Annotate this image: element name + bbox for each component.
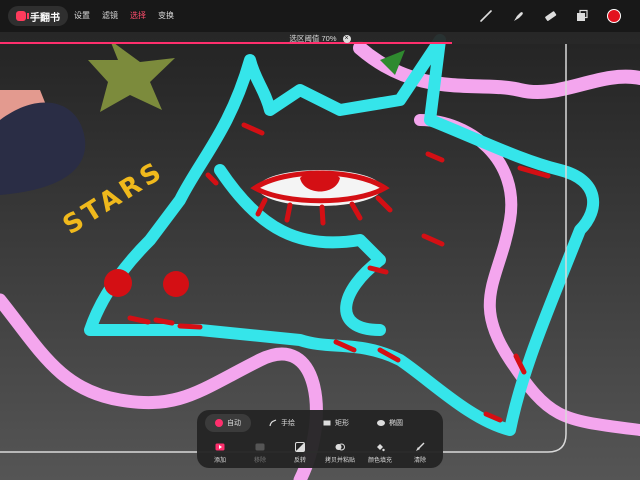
threshold-value: 70% [321,34,337,43]
threshold-label: 选区阈值 [289,34,320,43]
mode-auto-label: 自动 [227,420,241,427]
brush-tool-button[interactable] [476,6,496,26]
eraser-tool-button[interactable] [540,6,560,26]
rectangle-icon [323,420,331,426]
top-toolbar: 手翻书 设置 滤镜 选择 变换 [0,0,640,32]
mode-freehand[interactable]: 手绘 [259,414,305,432]
remove-selection-icon [255,443,265,451]
menu-select[interactable]: 选择 [130,10,146,21]
selection-modes: 自动 手绘 矩形 椭圆 [205,414,413,432]
clear-icon [416,442,425,451]
copy-paste-label: 拷贝并粘贴 [324,458,355,464]
red-dot-icon [215,419,223,427]
fill-icon [377,444,385,452]
threshold-readout: 选区阈值 70% × [0,33,640,44]
gallery-button[interactable]: 手翻书 [8,6,68,26]
smudge-tool-button[interactable] [508,6,528,26]
close-icon[interactable]: × [342,35,351,44]
menu-settings[interactable]: 设置 [74,10,90,21]
layers-icon [577,9,588,21]
add-label: 添加 [213,458,226,464]
current-color-swatch [607,9,621,23]
add-selection-icon [215,443,225,451]
red-nostril-right [163,271,189,297]
mode-ellipse[interactable]: 椭圆 [367,414,413,432]
color-fill-label: 颜色填充 [367,458,392,464]
top-menu: 设置 滤镜 选择 变换 [74,10,174,21]
freehand-icon [269,419,277,427]
copy-paste-button[interactable]: 拷贝并粘贴 [323,442,357,464]
eraser-icon [545,11,557,21]
color-picker-button[interactable] [604,6,624,26]
selection-panel: 自动 手绘 矩形 椭圆 添加 移除 反转 拷贝并粘贴 颜色填充 清除 [197,410,443,468]
app-logo-icon [16,11,29,21]
smudge-icon [514,12,523,21]
color-fill-button[interactable]: 颜色填充 [363,442,397,464]
app-name: 手翻书 [30,12,60,24]
invert-label: 反转 [293,458,306,464]
invert-icon [295,442,305,452]
selection-actions: 添加 移除 反转 拷贝并粘贴 颜色填充 清除 [203,442,437,464]
mode-freehand-label: 手绘 [281,420,295,427]
invert-button[interactable]: 反转 [283,442,317,464]
mode-auto[interactable]: 自动 [205,414,251,432]
remove-label: 移除 [253,458,266,464]
mode-rectangle-label: 矩形 [335,420,349,427]
menu-transform[interactable]: 变换 [158,10,174,21]
mode-ellipse-label: 椭圆 [389,420,403,427]
add-button[interactable]: 添加 [203,442,237,464]
drawing-tools [476,6,624,26]
menu-filters[interactable]: 滤镜 [102,10,118,21]
ellipse-icon [377,420,385,426]
clear-button[interactable]: 清除 [403,442,437,464]
brush-icon [480,10,492,22]
drawing-canvas[interactable]: STARS [0,0,640,480]
copy-paste-icon [335,443,345,451]
remove-button[interactable]: 移除 [243,442,277,464]
mode-rectangle[interactable]: 矩形 [313,414,359,432]
layers-button[interactable] [572,6,592,26]
red-nostril-left [104,269,132,297]
clear-label: 清除 [413,458,426,464]
